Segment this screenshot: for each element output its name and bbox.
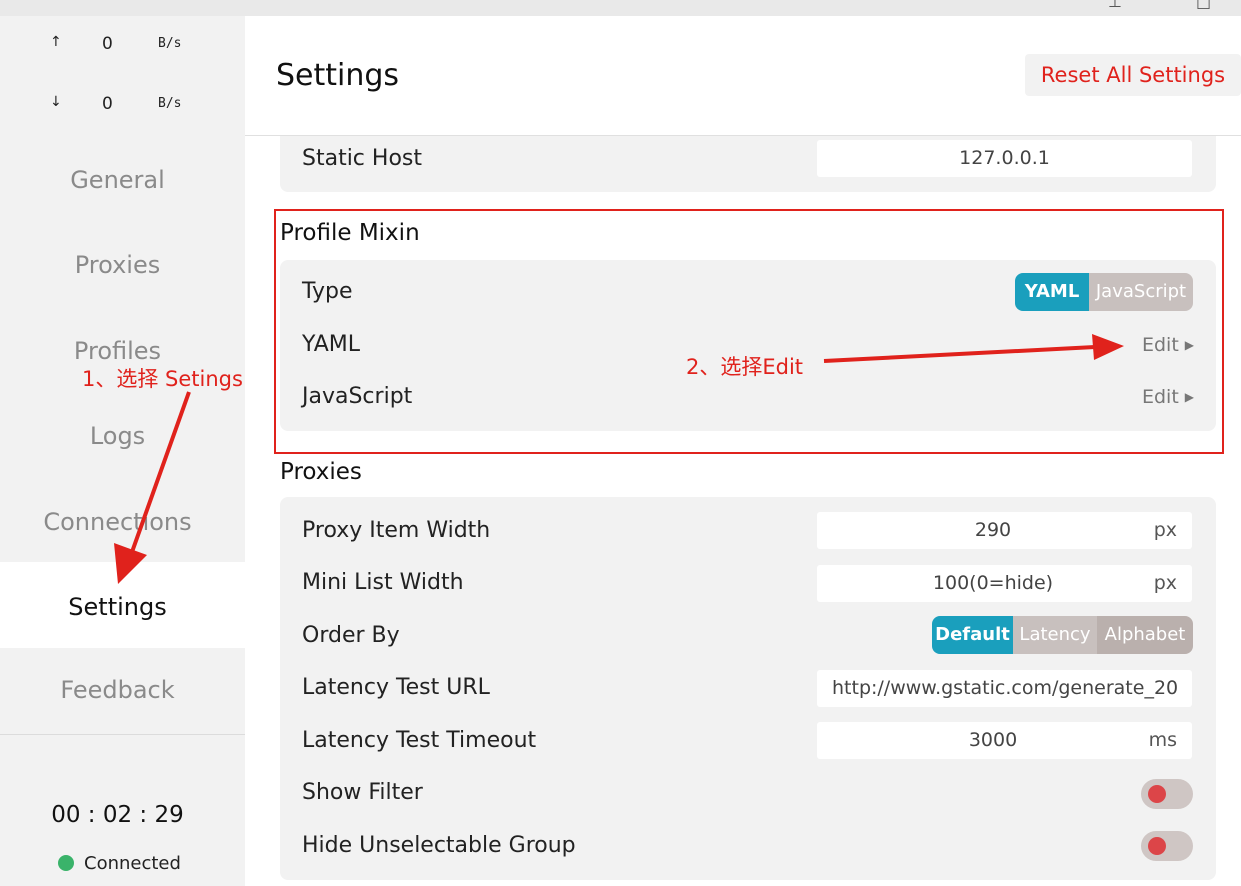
window-icon[interactable]: □ — [1196, 0, 1211, 11]
nav-item-profiles[interactable]: Profiles — [0, 337, 235, 365]
nav-item-general[interactable]: General — [0, 166, 235, 194]
mini-list-width-value: 100(0=hide) — [932, 572, 1054, 594]
annotation-step2: 2、选择Edit — [686, 355, 804, 379]
show-filter-toggle[interactable] — [1141, 779, 1193, 809]
annotation-highlight-box — [274, 209, 1224, 454]
mini-list-width-unit: px — [1153, 572, 1177, 594]
upload-value: 0 — [102, 34, 113, 54]
hide-unselectable-group-toggle[interactable] — [1141, 831, 1193, 861]
annotation-step1: 1、选择 Setings — [82, 367, 243, 391]
nav-item-logs[interactable]: Logs — [0, 422, 235, 450]
nav-group-bottom: Feedback — [0, 648, 245, 735]
download-arrow-icon: ↓ — [50, 94, 62, 110]
page-title: Settings — [276, 58, 400, 93]
latency-test-timeout-label: Latency Test Timeout — [302, 728, 537, 753]
pin-icon[interactable]: ⊥ — [1108, 0, 1122, 11]
order-by-default-option[interactable]: Default — [932, 616, 1013, 654]
nav-item-connections[interactable]: Connections — [0, 508, 235, 536]
upload-arrow-icon: ↑ — [50, 34, 62, 50]
proxy-item-width-unit: px — [1153, 519, 1177, 541]
mini-list-width-label: Mini List Width — [302, 570, 464, 595]
show-filter-label: Show Filter — [302, 780, 423, 805]
order-by-latency-option[interactable]: Latency — [1013, 616, 1097, 654]
nav-item-settings[interactable]: Settings — [0, 593, 235, 621]
nav-group-active: Settings — [0, 562, 245, 648]
proxy-item-width-input[interactable]: 290 px — [817, 512, 1192, 549]
toggle-knob — [1148, 785, 1166, 803]
uptime-timer: 00 : 02 : 29 — [51, 802, 184, 828]
static-host-card: Static Host 127.0.0.1 — [280, 136, 1216, 192]
order-by-label: Order By — [302, 623, 400, 648]
traffic-panel: ↑ 0 B/s ↓ 0 B/s — [0, 16, 245, 137]
nav-item-feedback[interactable]: Feedback — [0, 676, 235, 704]
hide-unselectable-group-label: Hide Unselectable Group — [302, 833, 576, 858]
latency-test-url-label: Latency Test URL — [302, 675, 490, 700]
upload-speed: ↑ 0 B/s — [0, 34, 245, 64]
nav-item-proxies[interactable]: Proxies — [0, 251, 235, 279]
status-dot-icon — [58, 855, 74, 871]
static-host-value: 127.0.0.1 — [959, 147, 1050, 169]
latency-test-timeout-unit: ms — [1148, 729, 1177, 751]
order-by-segmented: Default Latency Alphabet — [932, 616, 1193, 654]
static-host-input[interactable]: 127.0.0.1 — [817, 140, 1192, 177]
download-unit: B/s — [158, 96, 182, 111]
page-header: Settings Reset All Settings — [245, 16, 1241, 136]
download-value: 0 — [102, 94, 113, 114]
window-titlebar: ⊥ □ — [0, 0, 1241, 16]
reset-all-settings-button[interactable]: Reset All Settings — [1025, 54, 1241, 96]
sidebar: ↑ 0 B/s ↓ 0 B/s General Proxies Profiles… — [0, 16, 245, 886]
latency-test-url-input[interactable]: http://www.gstatic.com/generate_204 — [817, 670, 1192, 707]
latency-test-timeout-value: 3000 — [968, 729, 1018, 751]
proxies-section-title: Proxies — [280, 459, 362, 485]
proxy-item-width-value: 290 — [974, 519, 1012, 541]
status-text: Connected — [84, 853, 181, 874]
upload-unit: B/s — [158, 36, 182, 51]
latency-test-timeout-input[interactable]: 3000 ms — [817, 722, 1192, 759]
order-by-alphabet-option[interactable]: Alphabet — [1097, 616, 1193, 654]
toggle-knob — [1148, 837, 1166, 855]
mini-list-width-input[interactable]: 100(0=hide) px — [817, 565, 1192, 602]
proxies-settings-card: Proxy Item Width 290 px Mini List Width … — [280, 497, 1216, 880]
latency-test-url-value: http://www.gstatic.com/generate_204 — [832, 677, 1177, 699]
proxy-item-width-label: Proxy Item Width — [302, 518, 491, 543]
download-speed: ↓ 0 B/s — [0, 94, 245, 124]
static-host-label: Static Host — [302, 146, 422, 171]
nav-group-top: General Proxies Profiles Logs Connection… — [0, 136, 245, 562]
connection-status: Connected — [58, 853, 181, 874]
